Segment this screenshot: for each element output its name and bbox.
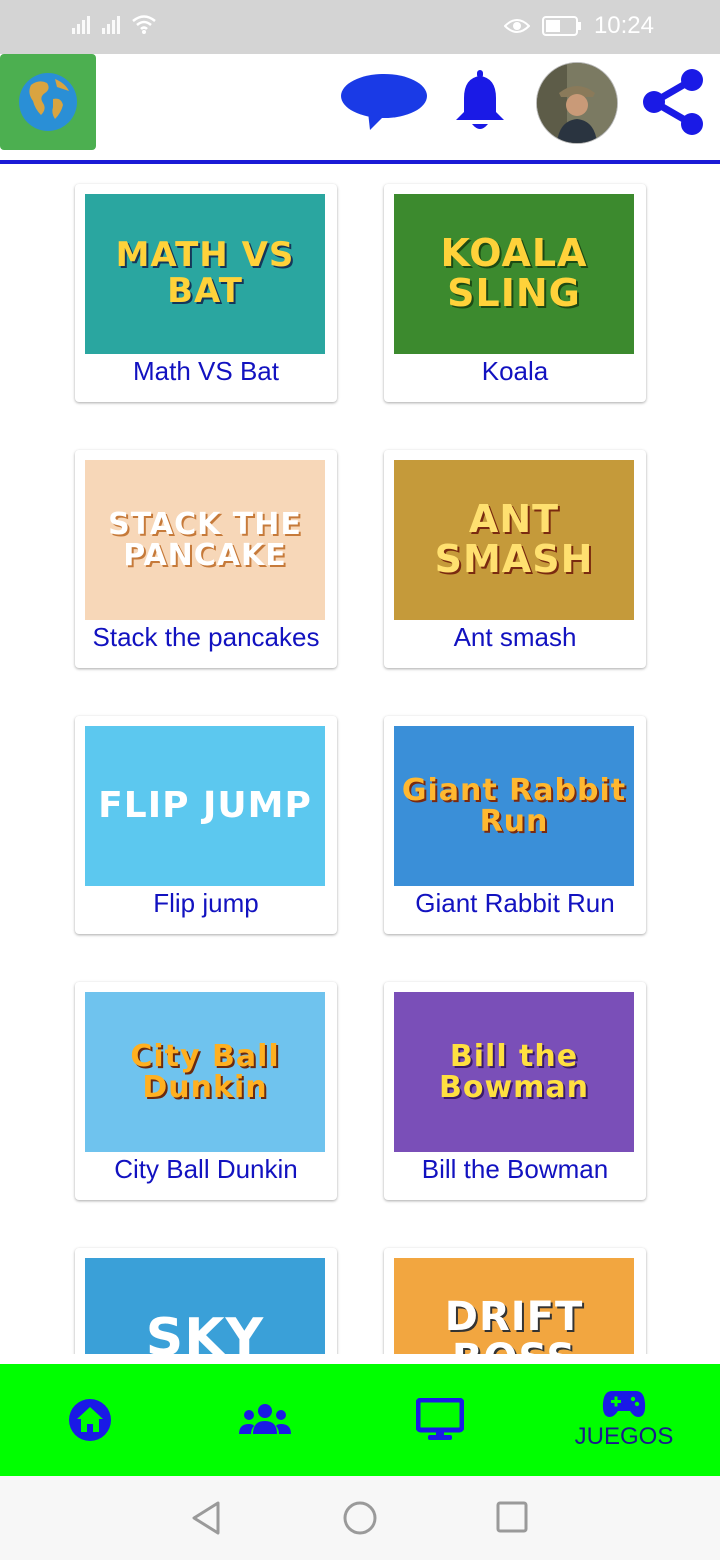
eye-icon bbox=[503, 19, 530, 33]
game-label: City Ball Dunkin bbox=[114, 1154, 298, 1184]
globe-button[interactable] bbox=[0, 54, 96, 150]
bottom-nav: JUEGOS bbox=[0, 1364, 720, 1476]
signal-icon bbox=[102, 16, 120, 34]
game-card-city-ball-dunkin[interactable]: City Ball Dunkin City Ball Dunkin bbox=[75, 982, 337, 1200]
game-thumbnail: Giant Rabbit Run bbox=[394, 726, 634, 886]
game-card-ant-smash[interactable]: ANT SMASH Ant smash bbox=[384, 450, 646, 668]
game-thumbnail: Bill the Bowman bbox=[394, 992, 634, 1152]
nav-home[interactable] bbox=[0, 1364, 180, 1476]
game-card-bill-the-bowman[interactable]: Bill the Bowman Bill the Bowman bbox=[384, 982, 646, 1200]
status-bar: 10:24 bbox=[0, 0, 720, 54]
game-label: Giant Rabbit Run bbox=[415, 888, 615, 918]
status-time: 10:24 bbox=[593, 12, 654, 39]
game-thumbnail: DRIFT BOSS bbox=[394, 1258, 634, 1354]
game-label: Math VS Bat bbox=[133, 356, 279, 386]
game-label: Stack the pancakes bbox=[92, 622, 320, 652]
nav-games[interactable]: JUEGOS bbox=[534, 1364, 714, 1476]
avatar[interactable] bbox=[536, 62, 618, 144]
game-card-stack-the-pancakes[interactable]: STACK THE PANCAKE Stack the pancakes bbox=[75, 450, 337, 668]
chat-icon bbox=[341, 74, 427, 130]
users-icon bbox=[239, 1404, 291, 1434]
share-icon bbox=[643, 69, 703, 135]
thumbnail-title: KOALA SLING bbox=[440, 231, 588, 315]
game-thumbnail: SKY bbox=[85, 1258, 325, 1354]
thumbnail-title: City Ball Dunkin bbox=[130, 1038, 280, 1105]
game-thumbnail: STACK THE PANCAKE bbox=[85, 460, 325, 620]
globe-icon bbox=[19, 73, 77, 131]
game-card-drift-boss[interactable]: DRIFT BOSS bbox=[384, 1248, 646, 1354]
nav-screen[interactable] bbox=[350, 1364, 530, 1476]
game-thumbnail: MATH VS BAT bbox=[85, 194, 325, 354]
thumbnail-title: Bill the Bowman bbox=[438, 1038, 590, 1105]
game-label: Koala bbox=[481, 356, 549, 386]
chat-button[interactable] bbox=[340, 72, 428, 132]
status-left bbox=[70, 12, 158, 36]
gamepad-icon bbox=[602, 1391, 646, 1417]
game-thumbnail: ANT SMASH bbox=[394, 460, 634, 620]
notifications-button[interactable] bbox=[452, 70, 508, 134]
thumbnail-title: ANT SMASH bbox=[434, 497, 594, 581]
signal-icon bbox=[72, 16, 90, 34]
home-circle-icon[interactable] bbox=[342, 1500, 378, 1536]
thumbnail-title: STACK THE PANCAKE bbox=[108, 506, 302, 573]
game-thumbnail: KOALA SLING bbox=[394, 194, 634, 354]
wifi-icon bbox=[132, 15, 156, 34]
back-icon[interactable] bbox=[190, 1500, 222, 1536]
thumbnail-title: Giant Rabbit Run bbox=[401, 772, 627, 839]
battery-icon bbox=[541, 16, 581, 36]
game-card-koala[interactable]: KOALA SLING Koala bbox=[384, 184, 646, 402]
game-card-giant-rabbit-run[interactable]: Giant Rabbit Run Giant Rabbit Run bbox=[384, 716, 646, 934]
game-card-sky[interactable]: SKY bbox=[75, 1248, 337, 1354]
game-card-flip-jump[interactable]: FLIP JUMP Flip jump bbox=[75, 716, 337, 934]
game-thumbnail: City Ball Dunkin bbox=[85, 992, 325, 1152]
monitor-icon bbox=[416, 1398, 464, 1440]
game-card-math-vs-bat[interactable]: MATH VS BAT Math VS Bat bbox=[75, 184, 337, 402]
game-thumbnail: FLIP JUMP bbox=[85, 726, 325, 886]
bell-icon bbox=[456, 70, 504, 129]
share-button[interactable] bbox=[638, 66, 710, 138]
top-bar bbox=[0, 54, 720, 164]
game-label: Flip jump bbox=[153, 888, 259, 918]
nav-games-label: JUEGOS bbox=[574, 1423, 674, 1450]
thumbnail-title: FLIP JUMP bbox=[98, 785, 312, 827]
home-icon bbox=[69, 1399, 111, 1441]
system-nav bbox=[0, 1476, 720, 1560]
thumbnail-title: DRIFT BOSS bbox=[444, 1294, 584, 1354]
thumbnail-title: MATH VS BAT bbox=[115, 235, 295, 311]
recents-icon[interactable] bbox=[496, 1501, 528, 1533]
games-grid: MATH VS BAT Math VS Bat KOALA SLING Koal… bbox=[0, 164, 720, 1354]
status-right: 10:24 bbox=[503, 12, 654, 40]
game-label: Bill the Bowman bbox=[421, 1154, 609, 1184]
avatar-photo bbox=[537, 63, 617, 143]
game-label: Ant smash bbox=[453, 622, 577, 652]
thumbnail-title: SKY bbox=[145, 1307, 265, 1354]
nav-community[interactable] bbox=[175, 1364, 355, 1476]
